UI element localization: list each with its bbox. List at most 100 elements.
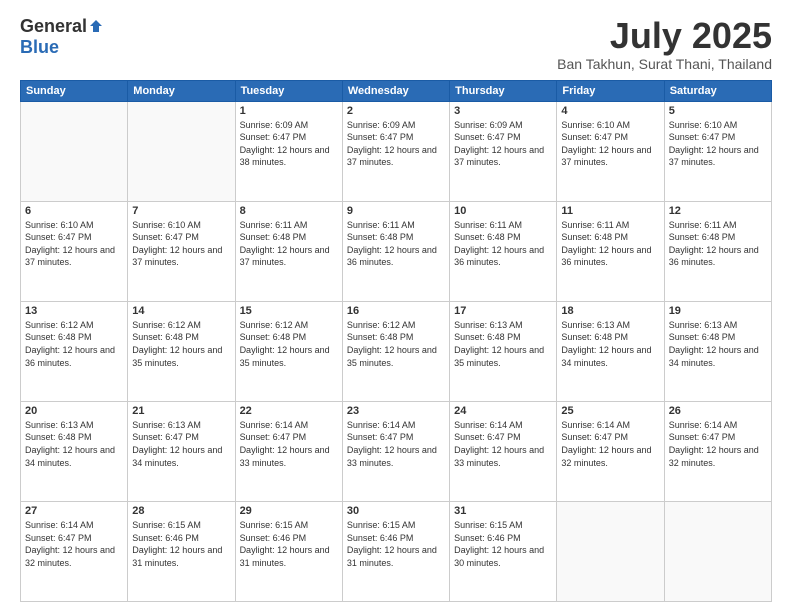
week-row-1: 1Sunrise: 6:09 AM Sunset: 6:47 PM Daylig… xyxy=(21,101,772,201)
weekday-header-row: SundayMondayTuesdayWednesdayThursdayFrid… xyxy=(21,80,772,101)
page: General Blue July 2025 Ban Takhun, Surat… xyxy=(0,0,792,612)
day-info: Sunrise: 6:11 AM Sunset: 6:48 PM Dayligh… xyxy=(454,219,552,269)
calendar-cell: 20 Sunrise: 6:13 AM Sunset: 6:48 PM Dayli… xyxy=(21,401,128,501)
day-number: 17 xyxy=(454,305,552,317)
day-info: Sunrise: 6:11 AM Sunset: 6:48 PM Dayligh… xyxy=(347,219,445,269)
calendar-cell: 17 Sunrise: 6:13 AM Sunset: 6:48 PM Dayli… xyxy=(450,301,557,401)
day-number: 31 xyxy=(454,505,552,517)
week-row-4: 20 Sunrise: 6:13 AM Sunset: 6:48 PM Dayli… xyxy=(21,401,772,501)
calendar-cell: 5Sunrise: 6:10 AM Sunset: 6:47 PM Daylig… xyxy=(664,101,771,201)
day-number: 23 xyxy=(347,405,445,417)
calendar-cell: 12 Sunrise: 6:11 AM Sunset: 6:48 PM Dayli… xyxy=(664,201,771,301)
day-number: 18 xyxy=(561,305,659,317)
day-number: 30 xyxy=(347,505,445,517)
calendar-cell: 13 Sunrise: 6:12 AM Sunset: 6:48 PM Dayli… xyxy=(21,301,128,401)
logo-general-text: General xyxy=(20,16,87,37)
logo-icon xyxy=(89,19,103,33)
day-number: 16 xyxy=(347,305,445,317)
day-number: 28 xyxy=(132,505,230,517)
header: General Blue July 2025 Ban Takhun, Surat… xyxy=(20,16,772,72)
day-number: 13 xyxy=(25,305,123,317)
week-row-2: 6 Sunrise: 6:10 AM Sunset: 6:47 PM Daylig… xyxy=(21,201,772,301)
day-info: Sunrise: 6:14 AM Sunset: 6:47 PM Dayligh… xyxy=(25,519,123,569)
calendar-cell: 31 Sunrise: 6:15 AM Sunset: 6:46 PM Dayli… xyxy=(450,501,557,601)
day-info: Sunrise: 6:13 AM Sunset: 6:48 PM Dayligh… xyxy=(669,319,767,369)
weekday-header-tuesday: Tuesday xyxy=(235,80,342,101)
day-info: Sunrise: 6:11 AM Sunset: 6:48 PM Dayligh… xyxy=(240,219,338,269)
day-info: Sunrise: 6:09 AM Sunset: 6:47 PM Dayligh… xyxy=(240,119,338,169)
calendar-cell: 24Sunrise: 6:14 AM Sunset: 6:47 PM Dayli… xyxy=(450,401,557,501)
day-info: Sunrise: 6:11 AM Sunset: 6:48 PM Dayligh… xyxy=(561,219,659,269)
calendar-cell: 28 Sunrise: 6:15 AM Sunset: 6:46 PM Dayli… xyxy=(128,501,235,601)
weekday-header-sunday: Sunday xyxy=(21,80,128,101)
day-number: 9 xyxy=(347,205,445,217)
calendar-cell: 23 Sunrise: 6:14 AM Sunset: 6:47 PM Dayli… xyxy=(342,401,449,501)
day-info: Sunrise: 6:14 AM Sunset: 6:47 PM Dayligh… xyxy=(669,419,767,469)
calendar-cell: 2Sunrise: 6:09 AM Sunset: 6:47 PM Daylig… xyxy=(342,101,449,201)
calendar-cell: 19 Sunrise: 6:13 AM Sunset: 6:48 PM Dayli… xyxy=(664,301,771,401)
calendar-cell: 22 Sunrise: 6:14 AM Sunset: 6:47 PM Dayli… xyxy=(235,401,342,501)
calendar-cell: 3 Sunrise: 6:09 AM Sunset: 6:47 PM Daylig… xyxy=(450,101,557,201)
day-info: Sunrise: 6:15 AM Sunset: 6:46 PM Dayligh… xyxy=(132,519,230,569)
calendar-cell: 7Sunrise: 6:10 AM Sunset: 6:47 PM Daylig… xyxy=(128,201,235,301)
day-number: 14 xyxy=(132,305,230,317)
calendar-cell: 16 Sunrise: 6:12 AM Sunset: 6:48 PM Dayli… xyxy=(342,301,449,401)
day-number: 8 xyxy=(240,205,338,217)
calendar-cell: 29 Sunrise: 6:15 AM Sunset: 6:46 PM Dayli… xyxy=(235,501,342,601)
day-number: 3 xyxy=(454,105,552,117)
calendar-cell xyxy=(557,501,664,601)
day-number: 20 xyxy=(25,405,123,417)
day-number: 25 xyxy=(561,405,659,417)
weekday-header-wednesday: Wednesday xyxy=(342,80,449,101)
calendar-cell: 14 Sunrise: 6:12 AM Sunset: 6:48 PM Dayli… xyxy=(128,301,235,401)
calendar-cell: 15Sunrise: 6:12 AM Sunset: 6:48 PM Dayli… xyxy=(235,301,342,401)
week-row-3: 13 Sunrise: 6:12 AM Sunset: 6:48 PM Dayli… xyxy=(21,301,772,401)
week-row-5: 27Sunrise: 6:14 AM Sunset: 6:47 PM Dayli… xyxy=(21,501,772,601)
day-number: 6 xyxy=(25,205,123,217)
day-info: Sunrise: 6:14 AM Sunset: 6:47 PM Dayligh… xyxy=(240,419,338,469)
day-number: 24 xyxy=(454,405,552,417)
day-number: 12 xyxy=(669,205,767,217)
calendar-cell: 1Sunrise: 6:09 AM Sunset: 6:47 PM Daylig… xyxy=(235,101,342,201)
calendar-cell: 6Sunrise: 6:10 AM Sunset: 6:47 PM Daylig… xyxy=(21,201,128,301)
day-info: Sunrise: 6:13 AM Sunset: 6:48 PM Dayligh… xyxy=(454,319,552,369)
day-info: Sunrise: 6:12 AM Sunset: 6:48 PM Dayligh… xyxy=(132,319,230,369)
day-info: Sunrise: 6:09 AM Sunset: 6:47 PM Dayligh… xyxy=(454,119,552,169)
day-info: Sunrise: 6:13 AM Sunset: 6:48 PM Dayligh… xyxy=(561,319,659,369)
day-number: 15 xyxy=(240,305,338,317)
day-number: 21 xyxy=(132,405,230,417)
day-number: 11 xyxy=(561,205,659,217)
day-number: 4 xyxy=(561,105,659,117)
day-info: Sunrise: 6:11 AM Sunset: 6:48 PM Dayligh… xyxy=(669,219,767,269)
calendar-cell xyxy=(128,101,235,201)
day-number: 2 xyxy=(347,105,445,117)
weekday-header-monday: Monday xyxy=(128,80,235,101)
day-info: Sunrise: 6:15 AM Sunset: 6:46 PM Dayligh… xyxy=(347,519,445,569)
title-block: July 2025 Ban Takhun, Surat Thani, Thail… xyxy=(557,16,772,72)
calendar-cell: 27Sunrise: 6:14 AM Sunset: 6:47 PM Dayli… xyxy=(21,501,128,601)
day-info: Sunrise: 6:12 AM Sunset: 6:48 PM Dayligh… xyxy=(347,319,445,369)
weekday-header-saturday: Saturday xyxy=(664,80,771,101)
day-info: Sunrise: 6:10 AM Sunset: 6:47 PM Dayligh… xyxy=(132,219,230,269)
day-number: 22 xyxy=(240,405,338,417)
calendar: SundayMondayTuesdayWednesdayThursdayFrid… xyxy=(20,80,772,602)
subtitle: Ban Takhun, Surat Thani, Thailand xyxy=(557,56,772,72)
calendar-cell: 9 Sunrise: 6:11 AM Sunset: 6:48 PM Daylig… xyxy=(342,201,449,301)
day-info: Sunrise: 6:12 AM Sunset: 6:48 PM Dayligh… xyxy=(25,319,123,369)
day-info: Sunrise: 6:15 AM Sunset: 6:46 PM Dayligh… xyxy=(240,519,338,569)
day-info: Sunrise: 6:14 AM Sunset: 6:47 PM Dayligh… xyxy=(347,419,445,469)
calendar-cell: 10 Sunrise: 6:11 AM Sunset: 6:48 PM Dayli… xyxy=(450,201,557,301)
calendar-cell xyxy=(664,501,771,601)
day-info: Sunrise: 6:15 AM Sunset: 6:46 PM Dayligh… xyxy=(454,519,552,569)
calendar-cell xyxy=(21,101,128,201)
calendar-cell: 21Sunrise: 6:13 AM Sunset: 6:47 PM Dayli… xyxy=(128,401,235,501)
day-number: 29 xyxy=(240,505,338,517)
calendar-cell: 25 Sunrise: 6:14 AM Sunset: 6:47 PM Dayli… xyxy=(557,401,664,501)
day-number: 19 xyxy=(669,305,767,317)
day-info: Sunrise: 6:14 AM Sunset: 6:47 PM Dayligh… xyxy=(561,419,659,469)
calendar-cell: 4Sunrise: 6:10 AM Sunset: 6:47 PM Daylig… xyxy=(557,101,664,201)
day-info: Sunrise: 6:13 AM Sunset: 6:48 PM Dayligh… xyxy=(25,419,123,469)
logo: General Blue xyxy=(20,16,103,58)
day-info: Sunrise: 6:10 AM Sunset: 6:47 PM Dayligh… xyxy=(669,119,767,169)
day-number: 10 xyxy=(454,205,552,217)
